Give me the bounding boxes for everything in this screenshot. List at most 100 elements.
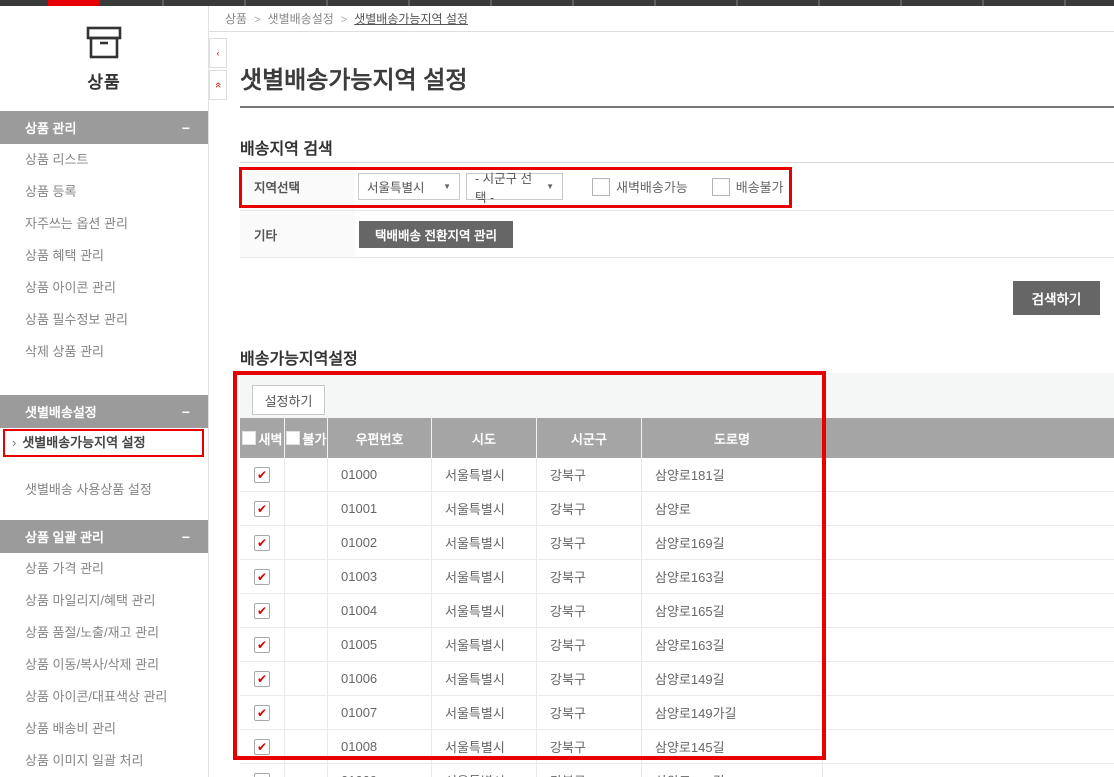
postal-code-cell: 01009 bbox=[327, 764, 431, 777]
breadcrumb: 상품>샛별배송설정>샛별배송가능지역 설정 bbox=[209, 6, 1114, 32]
sidebar-item[interactable]: 상품 이동/복사/삭제 관리 bbox=[0, 649, 208, 681]
column-label: 시군구 bbox=[571, 429, 607, 448]
sidebar-item[interactable]: 상품 마일리지/혜택 관리 bbox=[0, 585, 208, 617]
breadcrumb-item[interactable]: 상품 bbox=[225, 12, 247, 26]
column-label: 도로명 bbox=[714, 429, 750, 448]
sidebar-item[interactable]: 삭제 상품 관리 bbox=[0, 336, 208, 368]
extra-cell bbox=[822, 526, 1114, 559]
dawn-checkbox[interactable]: ✔ bbox=[254, 603, 270, 619]
block-cell bbox=[284, 662, 327, 695]
sigungu-select[interactable]: - 시군구 선택 - ▼ bbox=[466, 173, 563, 200]
sigungu-cell: 강북구 bbox=[536, 764, 641, 777]
road-name-cell: 삼양로149가길 bbox=[641, 696, 822, 729]
table-section-heading: 배송가능지역설정 bbox=[240, 345, 358, 369]
table-row: ✔01008서울특별시강북구삼양로145길 bbox=[240, 730, 1114, 764]
dawn-checkbox[interactable]: ✔ bbox=[254, 467, 270, 483]
table-row: ✔01001서울특별시강북구삼양로 bbox=[240, 492, 1114, 526]
table-row: ✔01006서울특별시강북구삼양로149길 bbox=[240, 662, 1114, 696]
table-row: ✔01007서울특별시강북구삼양로149가길 bbox=[240, 696, 1114, 730]
product-box-icon bbox=[85, 26, 123, 60]
sidebar-section-title: 상품 일괄 관리 bbox=[25, 527, 104, 546]
no-delivery-checkbox-group[interactable]: 배송불가 bbox=[712, 177, 784, 196]
parcel-conversion-area-button[interactable]: 택배배송 전환지역 관리 bbox=[359, 221, 513, 248]
extra-cell bbox=[822, 662, 1114, 695]
scroll-top-button[interactable]: « bbox=[209, 70, 227, 100]
column-label: 새벽 bbox=[259, 429, 283, 448]
breadcrumb-separator: > bbox=[254, 14, 260, 26]
sidebar-item[interactable]: 상품 품절/노출/재고 관리 bbox=[0, 617, 208, 649]
dawn-checkbox[interactable]: ✔ bbox=[254, 501, 270, 517]
road-name-cell: 삼양로181길 bbox=[641, 458, 822, 491]
sidebar-section-header[interactable]: 샛별배송설정− bbox=[0, 395, 208, 428]
sido-cell: 서울특별시 bbox=[431, 526, 536, 559]
select-all-dawn-checkbox[interactable] bbox=[242, 431, 256, 445]
extra-cell bbox=[822, 458, 1114, 491]
road-name-cell: 삼양로139길 bbox=[641, 764, 822, 777]
chevron-down-icon: ▼ bbox=[443, 182, 451, 191]
postal-code-cell: 01002 bbox=[327, 526, 431, 559]
dawn-checkbox[interactable]: ✔ bbox=[254, 637, 270, 653]
extra-cell bbox=[822, 628, 1114, 661]
active-item-arrow-icon: › bbox=[12, 435, 16, 450]
dawn-delivery-checkbox[interactable] bbox=[592, 178, 610, 196]
table-row: ✔01009서울특별시강북구삼양로139길 bbox=[240, 764, 1114, 777]
collapse-minus-icon: − bbox=[182, 529, 190, 545]
extra-cell bbox=[822, 764, 1114, 777]
sidebar-section-header[interactable]: 상품 일괄 관리 − bbox=[0, 520, 208, 553]
breadcrumb-item[interactable]: 샛별배송가능지역 설정 bbox=[354, 12, 468, 26]
sidebar-section-title: 샛별배송설정 bbox=[25, 402, 97, 421]
block-cell bbox=[284, 526, 327, 559]
sido-select-value: 서울특별시 bbox=[367, 177, 425, 196]
dawn-cell: ✔ bbox=[240, 730, 284, 763]
road-name-cell: 삼양로149길 bbox=[641, 662, 822, 695]
sidebar-item[interactable]: 샛별배송 사용상품 설정 bbox=[0, 474, 208, 506]
admin-page: 상품 상품 관리−상품 리스트상품 등록자주쓰는 옵션 관리상품 혜택 관리상품… bbox=[0, 0, 1114, 777]
search-section-heading: 배송지역 검색 bbox=[240, 135, 333, 159]
sidebar-section-header[interactable]: 상품 관리− bbox=[0, 111, 208, 144]
dawn-checkbox[interactable]: ✔ bbox=[254, 773, 270, 777]
sidebar-collapse-button[interactable]: ‹ bbox=[209, 38, 227, 68]
sidebar-item[interactable]: 상품 배송비 관리 bbox=[0, 713, 208, 745]
sidebar-item[interactable]: 자주쓰는 옵션 관리 bbox=[0, 208, 208, 240]
sidebar-item[interactable]: 상품 혜택 관리 bbox=[0, 240, 208, 272]
no-delivery-checkbox[interactable] bbox=[712, 178, 730, 196]
select-all-block-checkbox[interactable] bbox=[286, 431, 300, 445]
apply-settings-button[interactable]: 설정하기 bbox=[252, 385, 325, 415]
road-name-cell: 삼양로145길 bbox=[641, 730, 822, 763]
breadcrumb-item[interactable]: 샛별배송설정 bbox=[268, 12, 334, 26]
chevron-down-icon: ▼ bbox=[546, 182, 554, 191]
sidebar-item[interactable]: 상품 가격 관리 bbox=[0, 553, 208, 585]
postal-code-cell: 01001 bbox=[327, 492, 431, 525]
dawn-checkbox[interactable]: ✔ bbox=[254, 569, 270, 585]
chevron-left-icon: ‹ bbox=[217, 48, 220, 58]
table-column-header-extra bbox=[822, 418, 1114, 458]
sido-cell: 서울특별시 bbox=[431, 696, 536, 729]
search-form: 지역선택 서울특별시 ▼ - 시군구 선택 - ▼ 새벽배송가능 배송불가 bbox=[240, 162, 1114, 258]
table-row: ✔01003서울특별시강북구삼양로163길 bbox=[240, 560, 1114, 594]
sigungu-cell: 강북구 bbox=[536, 594, 641, 627]
dawn-checkbox[interactable]: ✔ bbox=[254, 671, 270, 687]
sigungu-cell: 강북구 bbox=[536, 492, 641, 525]
sidebar-item[interactable]: 상품 아이콘/대표색상 관리 bbox=[0, 681, 208, 713]
sigungu-cell: 강북구 bbox=[536, 560, 641, 593]
sidebar-item[interactable]: 상품 이미지 일괄 처리 bbox=[0, 745, 208, 777]
sidebar-item[interactable]: 상품 필수정보 관리 bbox=[0, 304, 208, 336]
dawn-checkbox[interactable]: ✔ bbox=[254, 705, 270, 721]
table-row: ✔01002서울특별시강북구삼양로169길 bbox=[240, 526, 1114, 560]
sidebar-item[interactable]: 상품 아이콘 관리 bbox=[0, 272, 208, 304]
sido-select[interactable]: 서울특별시 ▼ bbox=[358, 173, 460, 200]
postal-code-cell: 01005 bbox=[327, 628, 431, 661]
sidebar-item[interactable]: 상품 등록 bbox=[0, 176, 208, 208]
sidebar-item[interactable]: 상품 리스트 bbox=[0, 144, 208, 176]
dawn-checkbox[interactable]: ✔ bbox=[254, 535, 270, 551]
block-cell bbox=[284, 594, 327, 627]
postal-code-cell: 01004 bbox=[327, 594, 431, 627]
double-chevron-up-icon: « bbox=[212, 82, 224, 88]
dawn-cell: ✔ bbox=[240, 458, 284, 491]
search-button[interactable]: 검색하기 bbox=[1013, 281, 1100, 315]
sidebar-item[interactable]: ›샛별배송가능지역 설정 bbox=[0, 428, 208, 458]
dawn-delivery-checkbox-group[interactable]: 새벽배송가능 bbox=[592, 177, 688, 196]
table-row: ✔01004서울특별시강북구삼양로165길 bbox=[240, 594, 1114, 628]
block-cell bbox=[284, 560, 327, 593]
dawn-checkbox[interactable]: ✔ bbox=[254, 739, 270, 755]
